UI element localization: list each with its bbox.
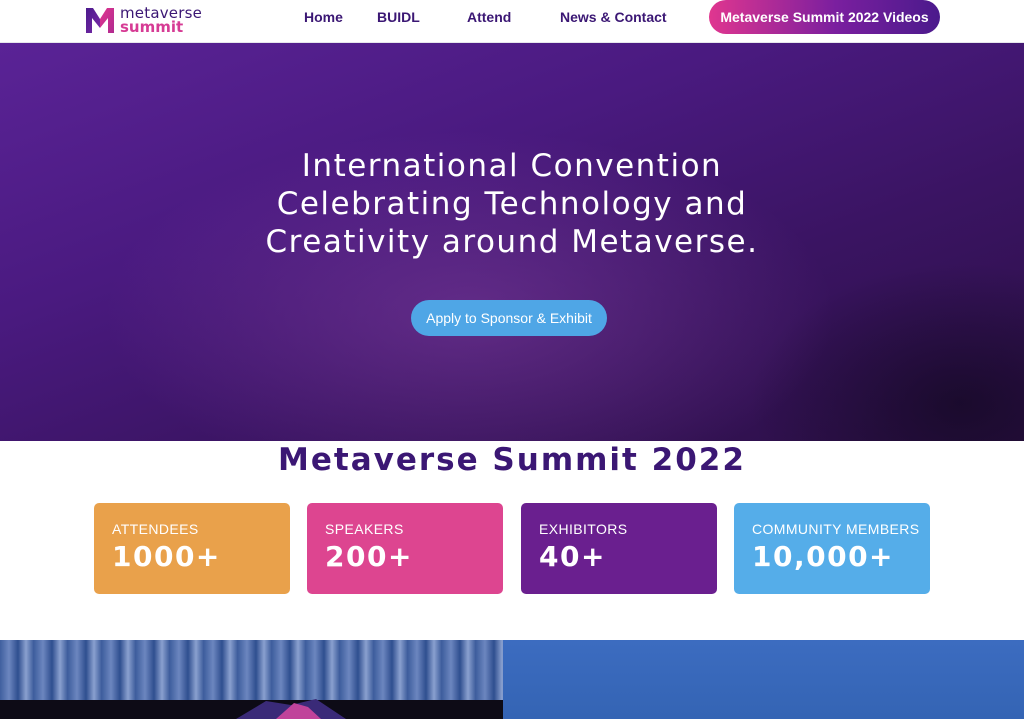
stat-label: EXHIBITORS xyxy=(539,521,628,537)
site-header: metaverse summit Home BUIDL Attend News … xyxy=(0,0,1024,43)
stat-label: ATTENDEES xyxy=(112,521,199,537)
stat-value: 10,000+ xyxy=(752,540,895,573)
metaverse-m-logo-icon xyxy=(86,8,114,33)
nav-news-contact[interactable]: News & Contact xyxy=(560,9,667,25)
stat-card-exhibitors: EXHIBITORS 40+ xyxy=(521,503,717,594)
apply-sponsor-exhibit-button[interactable]: Apply to Sponsor & Exhibit xyxy=(411,300,607,336)
nav-buidl[interactable]: BUIDL xyxy=(377,9,420,25)
stat-card-community-members: COMMUNITY MEMBERS 10,000+ xyxy=(734,503,930,594)
logo-text-summit: summit xyxy=(120,18,184,36)
hero-banner: International Convention Celebrating Tec… xyxy=(0,43,1024,441)
hero-title: International Convention Celebrating Tec… xyxy=(112,147,912,261)
stat-card-attendees: ATTENDEES 1000+ xyxy=(94,503,290,594)
stat-card-speakers: SPEAKERS 200+ xyxy=(307,503,503,594)
hero-title-line: Celebrating Technology and xyxy=(276,186,748,222)
nav-attend[interactable]: Attend xyxy=(467,9,511,25)
summit-videos-button[interactable]: Metaverse Summit 2022 Videos xyxy=(709,0,940,34)
stat-label: SPEAKERS xyxy=(325,521,404,537)
next-section-preview xyxy=(0,640,1024,719)
stat-value: 40+ xyxy=(539,540,606,573)
site-logo[interactable]: metaverse summit xyxy=(85,4,202,36)
blue-panel-background xyxy=(503,640,1024,719)
stats-section-title: Metaverse Summit 2022 xyxy=(278,442,746,478)
stat-value: 200+ xyxy=(325,540,413,573)
stat-value: 1000+ xyxy=(112,540,221,573)
logo-shape-decoration xyxy=(236,699,346,719)
stat-label: COMMUNITY MEMBERS xyxy=(752,521,920,537)
hero-title-line: Creativity around Metaverse. xyxy=(265,224,759,260)
nav-home[interactable]: Home xyxy=(304,9,343,25)
hero-title-line: International Convention xyxy=(301,148,723,184)
